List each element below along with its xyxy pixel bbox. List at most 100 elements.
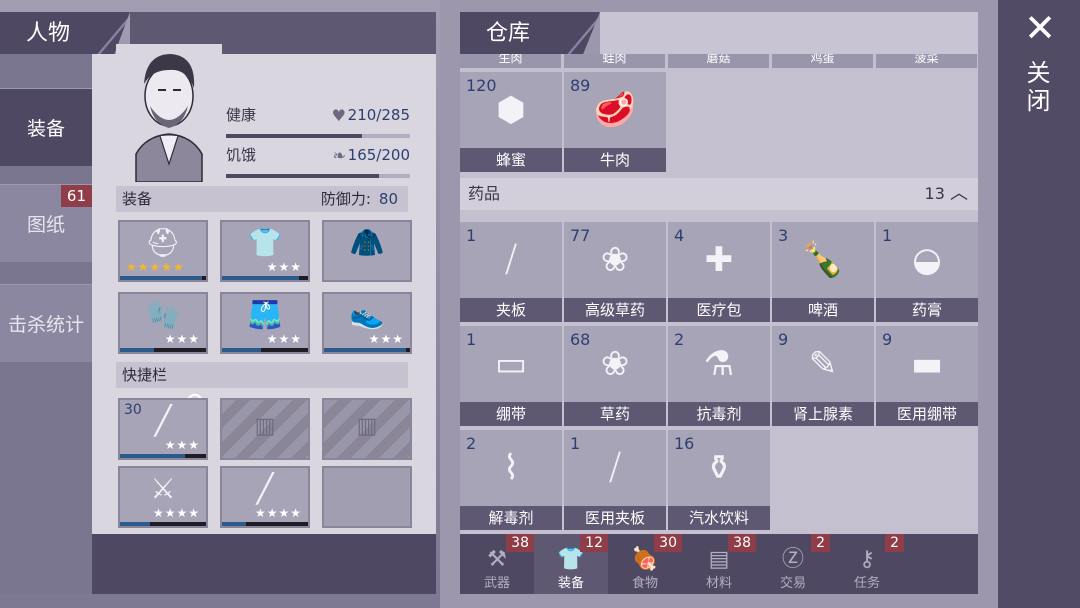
inventory-item[interactable]: 9 ▬ 医用绷带 xyxy=(876,326,978,426)
soda-bottle-icon: ⚱ xyxy=(704,448,734,488)
close-icon[interactable]: ✕ xyxy=(1020,8,1060,48)
quick-slot-empty[interactable] xyxy=(322,466,412,528)
item-name: 抗毒剂 xyxy=(668,402,770,426)
item-name: 肾上腺素 xyxy=(772,402,874,426)
category-label: 药品 xyxy=(468,184,501,203)
close-button[interactable]: 关闭 xyxy=(1022,60,1054,116)
inventory-item[interactable]: 16 ⚱ 汽水饮料 xyxy=(668,430,770,530)
shirt-icon: 👕 xyxy=(247,226,283,259)
inventory-item[interactable]: 4 ✚ 医疗包 xyxy=(668,222,770,322)
rarity-stars: ★★★ xyxy=(266,260,302,274)
tab-kill-stats[interactable]: 击杀统计 xyxy=(0,284,92,362)
item-partial[interactable]: 生肉 xyxy=(460,54,561,68)
warehouse-tab-coin[interactable]: Ⓩ 交易 2 xyxy=(756,534,830,594)
quick-slot-qty: 30 xyxy=(124,402,142,418)
item-partial[interactable]: 鸡蛋 xyxy=(772,54,873,68)
inventory-item[interactable]: 1 ▭ 绷带 xyxy=(460,326,562,426)
character-portrait xyxy=(116,44,222,182)
warehouse-tab-plank[interactable]: ▤ 材料 38 xyxy=(682,534,756,594)
tab-badge: 38 xyxy=(728,534,756,552)
defense-label: 防御力: xyxy=(320,190,371,208)
rarity-stars: ★★★★★ xyxy=(126,260,185,274)
rarity-stars: ★★★★ xyxy=(152,506,200,520)
hunger-label: 饥饿 xyxy=(226,146,257,164)
item-name: 草药 xyxy=(564,402,666,426)
crossbow-icon: ⚔ xyxy=(150,472,176,505)
warehouse-tab-key[interactable]: ⚷ 任务 2 xyxy=(830,534,904,594)
honeycomb-icon: ⬢ xyxy=(496,90,526,130)
inventory-item[interactable]: 2 ⚗ 抗毒剂 xyxy=(668,326,770,426)
item-partial[interactable]: 菠菜 xyxy=(876,54,977,68)
hunger-bar xyxy=(226,174,410,178)
tab-badge: 2 xyxy=(885,534,904,552)
category-header-medicine[interactable]: 药品 13 ︿ xyxy=(460,178,978,210)
tab-label: 武器 xyxy=(483,576,510,591)
shorts-icon: 🩳 xyxy=(247,298,283,331)
equipment-slot-sneakers[interactable]: 👟 ★★★ xyxy=(322,292,412,354)
beef-icon: 🥩 xyxy=(593,90,637,130)
item-name: 啤酒 xyxy=(772,298,874,322)
rarity-stars: ★★★ xyxy=(164,332,200,346)
tab-badge: 2 xyxy=(811,534,830,552)
item-name: 高级草药 xyxy=(564,298,666,322)
stomach-icon: ❧ xyxy=(332,146,346,165)
inventory-item[interactable]: 2 ⌇ 解毒剂 xyxy=(460,430,562,530)
equipment-slot-gloves[interactable]: 🧤 ★★★ xyxy=(118,292,208,354)
quick-slot-crossbow[interactable]: ⚔ ★★★★ xyxy=(118,466,208,528)
inventory-item[interactable]: 68 ❀ 草药 xyxy=(564,326,666,426)
warehouse-grid: 生肉 蛙肉 蘑菇 鸡蛋 菠菜 120 ⬢ 蜂蜜 89 🥩 牛肉 药品 13 ︿ 1 ⧸ 夹板 77 ❀ 高级… xyxy=(460,54,978,534)
equipment-slot-helmet[interactable]: ⛑ ★★★★★ xyxy=(118,220,208,282)
character-bottom-bar xyxy=(92,534,436,594)
warehouse-tab-meat[interactable]: 🍖 食物 30 xyxy=(608,534,682,594)
warehouse-tab-axe[interactable]: ⚒ 武器 38 xyxy=(460,534,534,594)
beer-icon: 🍾 xyxy=(801,240,845,280)
item-name: 医用夹板 xyxy=(564,506,666,530)
item-partial[interactable]: 蛙肉 xyxy=(564,54,665,68)
tab-badge: 30 xyxy=(654,534,682,552)
equipment-slot-shirt[interactable]: 👕 ★★★ xyxy=(220,220,310,282)
item-name: 医用绷带 xyxy=(876,402,978,426)
inventory-item[interactable]: 77 ❀ 高级草药 xyxy=(564,222,666,322)
quick-slot-spear[interactable]: ╱ 30 ★★★ xyxy=(118,398,208,460)
quick-slot-baton[interactable]: ╱ ★★★★ xyxy=(220,466,310,528)
warehouse-tab-shirt[interactable]: 👕 装备 12 xyxy=(534,534,608,594)
quick-slot-locked: ▥ xyxy=(220,398,310,460)
equipment-slot-coat[interactable]: 🧥 xyxy=(322,220,412,282)
rarity-stars: ★★★ xyxy=(266,332,302,346)
splint-icon: ⧸ xyxy=(505,240,517,280)
inventory-item[interactable]: 1 ◒ 药膏 xyxy=(876,222,978,322)
inventory-item[interactable]: 120 ⬢ 蜂蜜 xyxy=(460,72,562,172)
locked-icon: ▥ xyxy=(356,414,378,439)
hunger-stat: 饥饿 ❧ 165/200 xyxy=(226,144,410,182)
inventory-item[interactable]: 9 ✎ 肾上腺素 xyxy=(772,326,874,426)
item-partial[interactable]: 蘑菇 xyxy=(668,54,769,68)
item-name: 汽水饮料 xyxy=(668,506,770,530)
inventory-item[interactable]: 1 ⧸ 夹板 xyxy=(460,222,562,322)
tab-label: 材料 xyxy=(705,576,732,591)
inventory-item[interactable]: 89 🥩 牛肉 xyxy=(564,72,666,172)
rarity-stars: ★★★★ xyxy=(254,506,302,520)
inventory-item[interactable]: 1 ⧸ 医用夹板 xyxy=(564,430,666,530)
character-side-tabs: 装备 图纸 61 击杀统计 xyxy=(0,54,92,594)
mortar-icon: ◒ xyxy=(912,240,942,280)
tab-label: 装备 xyxy=(557,576,584,591)
inventory-item[interactable]: 3 🍾 啤酒 xyxy=(772,222,874,322)
item-name: 绷带 xyxy=(460,402,562,426)
sneakers-icon: 👟 xyxy=(349,298,385,331)
collapse-chevron-icon[interactable]: ︿ xyxy=(950,183,968,204)
equipment-section-header: 装备 防御力: 80 xyxy=(116,186,408,212)
bandage-icon: ▭ xyxy=(494,344,528,384)
equipment-slot-shorts[interactable]: 🩳 ★★★ xyxy=(220,292,310,354)
rarity-stars: ★★★ xyxy=(368,332,404,346)
rarity-stars: ★★★ xyxy=(164,438,200,452)
item-name: 解毒剂 xyxy=(460,506,562,530)
herb-icon: ❀ xyxy=(600,240,630,280)
herb-icon: ❀ xyxy=(600,344,630,384)
locked-icon: ▥ xyxy=(254,414,276,439)
tab-blueprints[interactable]: 图纸 61 xyxy=(0,184,92,262)
medical-bandage-icon: ▬ xyxy=(910,344,944,384)
item-name: 医疗包 xyxy=(668,298,770,322)
tab-label: 交易 xyxy=(779,576,806,591)
item-name: 牛肉 xyxy=(564,148,666,172)
tab-equipment[interactable]: 装备 xyxy=(0,88,92,166)
